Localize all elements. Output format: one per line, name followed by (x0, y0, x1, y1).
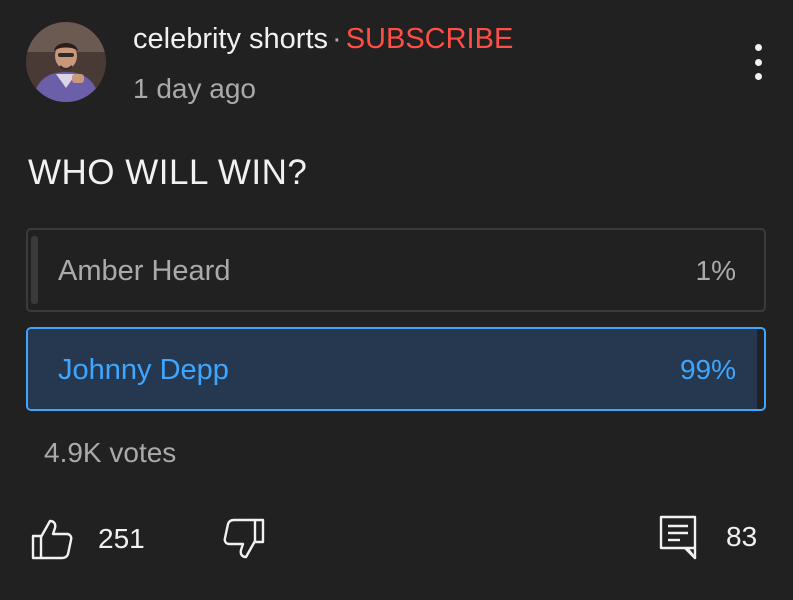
more-vert-icon-dot (754, 73, 762, 80)
vote-count: 4.9K votes (44, 437, 177, 468)
community-post: celebrity shorts · SUBSCRIBE 1 day ago WHO… (0, 0, 793, 600)
post-time: 1 day ago (133, 73, 256, 104)
thumbs-up-icon (31, 519, 73, 560)
poll-option-label: Amber Heard (58, 255, 231, 287)
more-options-button[interactable] (746, 40, 770, 84)
poll-option-johnny-depp[interactable]: Johnny Depp 99% (26, 327, 766, 411)
poll-option-percent: 1% (695, 255, 736, 286)
more-vert-icon-dot (754, 58, 762, 66)
comment-count: 83 (726, 521, 758, 552)
like-count: 251 (98, 523, 145, 554)
channel-name[interactable]: celebrity shorts (133, 23, 328, 55)
channel-header: celebrity shorts · SUBSCRIBE (133, 22, 513, 56)
poll-option-fill (31, 236, 39, 304)
poll-option-percent: 99% (679, 354, 736, 385)
subscribe-button[interactable]: SUBSCRIBE (346, 23, 514, 55)
header-separator: · (332, 23, 342, 55)
dislike-button[interactable] (222, 518, 266, 560)
avatar-image (26, 22, 106, 102)
like-button[interactable]: 251 (30, 518, 145, 560)
poll-option-label: Johnny Depp (58, 354, 229, 386)
poll-option-amber-heard[interactable]: Amber Heard 1% (26, 228, 766, 312)
comment-icon (659, 515, 697, 560)
channel-avatar[interactable] (26, 22, 106, 102)
poll-question: WHO WILL WIN? (28, 153, 308, 192)
comments-button[interactable]: 83 (658, 514, 757, 560)
more-vert-icon (754, 44, 762, 51)
thumbs-down-icon (223, 518, 265, 559)
